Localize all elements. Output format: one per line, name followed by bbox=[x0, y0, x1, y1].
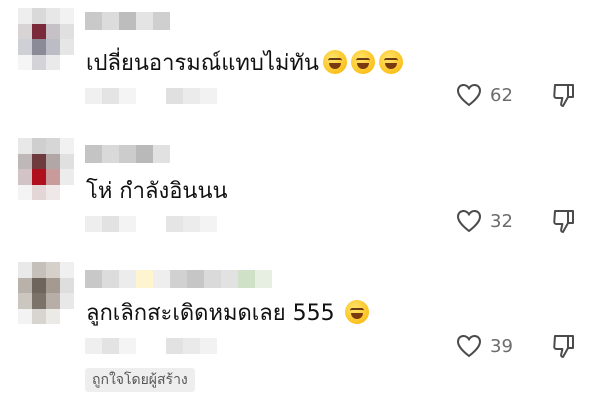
like-button[interactable]: 39 bbox=[456, 334, 518, 358]
dislike-button[interactable] bbox=[552, 82, 576, 108]
like-button[interactable]: 32 bbox=[456, 209, 518, 233]
comment-meta-redacted bbox=[85, 216, 217, 232]
comment-meta-redacted bbox=[85, 88, 217, 104]
dislike-button[interactable] bbox=[552, 208, 576, 234]
avatar[interactable] bbox=[18, 8, 74, 70]
thumbs-down-outline-icon bbox=[553, 335, 574, 358]
username-redacted[interactable] bbox=[85, 270, 272, 288]
like-button[interactable]: 62 bbox=[456, 83, 518, 107]
heart-outline-icon bbox=[456, 334, 482, 358]
rolling-laughing-emoji-icon bbox=[322, 50, 347, 74]
username-redacted[interactable] bbox=[85, 12, 170, 30]
comment-text: เปลี่ยนอารมณ์แทบไม่ทัน bbox=[86, 50, 403, 78]
heart-outline-icon bbox=[456, 83, 482, 107]
username-redacted[interactable] bbox=[85, 145, 170, 163]
heart-outline-icon bbox=[456, 209, 482, 233]
like-count: 39 bbox=[490, 335, 513, 357]
like-count: 62 bbox=[490, 84, 513, 106]
comment-meta-redacted bbox=[85, 338, 217, 354]
rolling-laughing-emoji-icon bbox=[378, 50, 403, 74]
avatar[interactable] bbox=[18, 138, 74, 200]
comment-text: โห่ กำลังอินนน bbox=[86, 179, 228, 204]
thumbs-down-outline-icon bbox=[553, 210, 574, 233]
comment-actions: 62 bbox=[456, 82, 576, 108]
rolling-laughing-emoji-icon bbox=[350, 50, 375, 74]
liked-by-creator-badge: ถูกใจโดยผู้สร้าง bbox=[85, 368, 195, 392]
comment-text: ลูกเลิกสะเดิดหมดเลย 555 bbox=[86, 300, 369, 328]
dislike-button[interactable] bbox=[552, 333, 576, 359]
thumbs-down-outline-icon bbox=[553, 84, 574, 107]
like-count: 32 bbox=[490, 210, 513, 232]
comment-actions: 39 bbox=[456, 333, 576, 359]
avatar[interactable] bbox=[18, 262, 74, 324]
tears-of-joy-emoji-icon bbox=[344, 300, 369, 324]
comment-actions: 32 bbox=[456, 208, 576, 234]
